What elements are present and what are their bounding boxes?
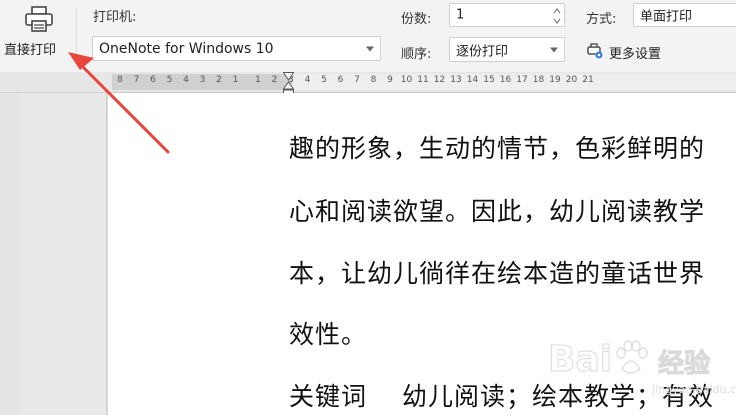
ruler-tick: 14 (466, 75, 479, 85)
doc-line: 趣的形象，生动的情节，色彩鲜明的 (289, 134, 706, 163)
print-toolbar: 直接打印 打印机: OneNote for Windows 10 份数: 1 顺… (0, 0, 736, 73)
order-label: 顺序: (401, 47, 432, 62)
printer-label: 打印机: (93, 10, 137, 25)
order-value: 逐份打印 (456, 44, 509, 59)
ruler-tick: 1 (255, 75, 261, 85)
order-select[interactable]: 逐份打印 (449, 37, 565, 62)
ruler-tick: 4 (304, 75, 311, 85)
more-settings-label: 更多设置 (609, 47, 662, 62)
horizontal-ruler[interactable]: 8 7 6 5 4 3 2 1 1 2 3 4 5 6 7 8 9 10 11 12 13 14 15 16 17 18 19 20 2… (0, 72, 736, 93)
ruler-tick: 7 (133, 75, 140, 85)
ruler-tick: 7 (354, 75, 360, 85)
printer-select[interactable]: OneNote for Windows 10 (92, 36, 381, 61)
chevron-down-icon (366, 46, 374, 51)
ruler-tick: 5 (166, 75, 173, 85)
spin-down-icon[interactable] (552, 16, 562, 26)
mode-select[interactable]: 单面打印 (633, 3, 736, 27)
page-gutter (20, 93, 107, 415)
ruler-tick: 11 (417, 75, 429, 85)
ruler-tick: 1 (232, 75, 239, 85)
ruler-tick: 17 (516, 75, 528, 85)
ruler-tick: 16 (499, 75, 512, 85)
ruler-tick: 4 (183, 75, 189, 85)
printer-icon (25, 6, 53, 32)
mode-value: 单面打印 (640, 9, 693, 25)
ruler-tick: 10 (400, 75, 413, 85)
ruler-tick: 2 (216, 75, 222, 85)
ruler-tick: 19 (549, 75, 561, 85)
ruler-tick: 8 (370, 75, 377, 85)
ruler-tick: 3 (199, 75, 206, 85)
copies-label: 份数: (401, 12, 432, 27)
ruler-tick: 8 (117, 75, 123, 85)
settings-printer-icon (587, 43, 603, 59)
ruler-tick: 6 (337, 75, 344, 85)
direct-print-label: 直接打印 (4, 43, 57, 58)
ruler-tick: 13 (450, 75, 462, 85)
ruler-tick: 12 (433, 75, 446, 85)
printer-value: OneNote for Windows 10 (99, 40, 274, 57)
ruler-tick: 20 (565, 75, 578, 85)
mode-label: 方式: (586, 12, 617, 27)
ruler-tick: 6 (150, 75, 156, 85)
watermark-brand: Bai (547, 339, 613, 381)
ruler-tick: 21 (582, 75, 594, 85)
ruler-tick: 15 (483, 75, 495, 85)
watermark-url: jingyan.baidu.com (652, 383, 736, 396)
ruler-tick: 9 (387, 75, 393, 85)
baidu-paw-icon (616, 340, 648, 374)
spin-up-icon[interactable] (552, 6, 562, 16)
chevron-down-icon (550, 47, 558, 52)
copies-value: 1 (456, 7, 465, 23)
direct-print-button[interactable]: 直接打印 (0, 0, 72, 70)
ruler-tick: 18 (532, 75, 545, 85)
watermark-jingyan: 经验 (657, 349, 711, 380)
toolbar-divider (76, 8, 77, 64)
doc-line: 本，让幼儿徜徉在绘本造的童话世界 (289, 259, 706, 288)
baidu-watermark: Bai 经验 jingyan.baidu.com (547, 335, 736, 413)
copies-stepper[interactable]: 1 (449, 3, 565, 27)
ruler-tick: 5 (321, 75, 327, 85)
doc-line: 效性。 (289, 320, 368, 349)
doc-line: 心和阅读欲望。因此，幼儿阅读教学 (289, 197, 706, 226)
ruler-tick: 2 (271, 75, 278, 85)
